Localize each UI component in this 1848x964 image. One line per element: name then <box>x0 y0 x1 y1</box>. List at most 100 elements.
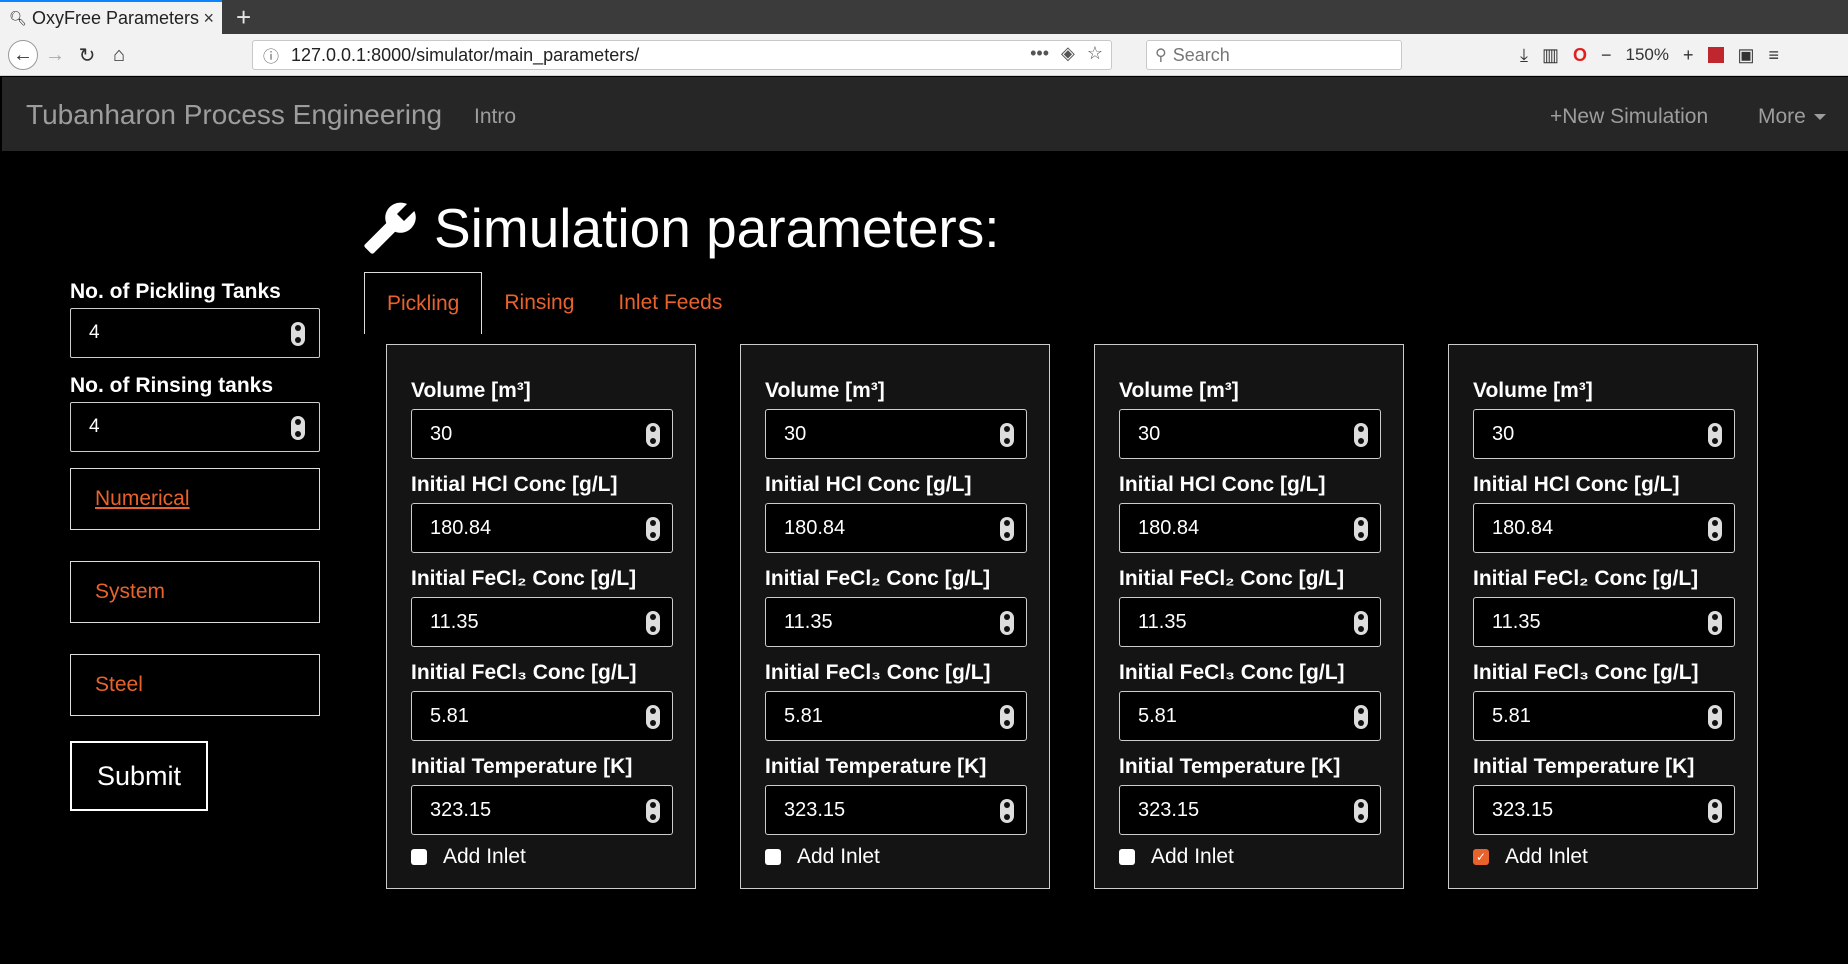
spinner-icon[interactable] <box>1708 611 1722 635</box>
spinner-icon[interactable] <box>291 322 305 346</box>
rinsing-tanks-value: 4 <box>89 416 100 437</box>
address-bar[interactable]: ⓘ 127.0.0.1:8000/simulator/main_paramete… <box>252 40 1112 70</box>
hcl-label: Initial HCl Conc [g/L] <box>1119 473 1326 496</box>
add-inlet-checkbox[interactable] <box>765 849 781 865</box>
fecl3-input[interactable]: 5.81 <box>1473 691 1735 741</box>
spinner-icon[interactable] <box>1708 517 1722 541</box>
spinner-icon[interactable] <box>1000 705 1014 729</box>
zoom-level[interactable]: 150% <box>1626 45 1669 65</box>
spinner-icon[interactable] <box>646 611 660 635</box>
new-tab-icon[interactable]: + <box>236 2 251 33</box>
hcl-input[interactable]: 180.84 <box>1119 503 1381 553</box>
tab-inlet-feeds[interactable]: Inlet Feeds <box>596 272 744 334</box>
page-title-text: Simulation parameters: <box>434 197 1000 259</box>
fecl3-input[interactable]: 5.81 <box>411 691 673 741</box>
temperature-value: 323.15 <box>1492 798 1554 821</box>
volume-value: 30 <box>1492 422 1515 445</box>
temperature-value: 323.15 <box>430 798 492 821</box>
reload-icon[interactable]: ↻ <box>72 40 102 70</box>
page-actions-icon[interactable]: ••• <box>1030 43 1049 64</box>
fecl3-label: Initial FeCl₃ Conc [g/L] <box>1119 661 1345 684</box>
steel-button[interactable]: Steel <box>70 654 320 716</box>
hcl-input[interactable]: 180.84 <box>411 503 673 553</box>
menu-icon[interactable]: ≡ <box>1769 45 1780 66</box>
caret-down-icon <box>1813 114 1826 121</box>
spinner-icon[interactable] <box>1708 705 1722 729</box>
spinner-icon[interactable] <box>1708 799 1722 823</box>
pocket-icon[interactable]: ◈ <box>1061 43 1075 64</box>
fecl2-value: 11.35 <box>1492 610 1541 633</box>
home-icon[interactable]: ⌂ <box>104 40 134 70</box>
spinner-icon[interactable] <box>1708 423 1722 447</box>
fecl3-input[interactable]: 5.81 <box>1119 691 1381 741</box>
spinner-icon[interactable] <box>1354 705 1368 729</box>
zoom-in-icon[interactable]: + <box>1683 45 1694 66</box>
volume-input[interactable]: 30 <box>765 409 1027 459</box>
back-icon[interactable]: ← <box>8 40 38 70</box>
spinner-icon[interactable] <box>646 423 660 447</box>
add-inlet-checkbox-checked[interactable]: ✓ <box>1473 849 1489 865</box>
spinner-icon[interactable] <box>1000 517 1014 541</box>
tab-rinsing[interactable]: Rinsing <box>482 272 596 334</box>
spinner-icon[interactable] <box>1354 799 1368 823</box>
add-inlet-checkbox[interactable] <box>411 849 427 865</box>
brand-link[interactable]: Tubanharon Process Engineering <box>26 99 442 131</box>
opera-icon[interactable]: O <box>1573 45 1587 66</box>
library-icon[interactable]: ▥ <box>1542 45 1559 66</box>
fecl2-input[interactable]: 11.35 <box>1119 597 1381 647</box>
hcl-label: Initial HCl Conc [g/L] <box>411 473 618 496</box>
search-icon: ⚲ <box>1155 47 1167 64</box>
spinner-icon[interactable] <box>1354 611 1368 635</box>
spinner-icon[interactable] <box>291 416 305 440</box>
temperature-input[interactable]: 323.15 <box>1119 785 1381 835</box>
zoom-out-icon[interactable]: − <box>1601 45 1612 66</box>
rinsing-tanks-input[interactable]: 4 <box>70 402 320 452</box>
bookmark-star-icon[interactable]: ☆ <box>1087 43 1103 64</box>
spinner-icon[interactable] <box>1000 423 1014 447</box>
add-inlet-row: Add Inlet <box>411 845 673 869</box>
nav-intro-link[interactable]: Intro <box>474 105 516 129</box>
fecl3-input[interactable]: 5.81 <box>765 691 1027 741</box>
volume-input[interactable]: 30 <box>1119 409 1381 459</box>
sidebar-toggle-icon[interactable]: ▣ <box>1738 45 1755 66</box>
forward-icon[interactable]: → <box>40 40 70 70</box>
new-simulation-link[interactable]: +New Simulation <box>1550 105 1708 129</box>
close-tab-icon[interactable]: × <box>203 8 214 29</box>
hcl-input[interactable]: 180.84 <box>1473 503 1735 553</box>
spinner-icon[interactable] <box>646 517 660 541</box>
spinner-icon[interactable] <box>1000 799 1014 823</box>
pickling-tanks-input[interactable]: 4 <box>70 308 320 358</box>
temperature-input[interactable]: 323.15 <box>765 785 1027 835</box>
spinner-icon[interactable] <box>646 705 660 729</box>
system-button[interactable]: System <box>70 561 320 623</box>
fecl3-value: 5.81 <box>430 704 469 727</box>
spinner-icon[interactable] <box>1354 423 1368 447</box>
add-inlet-checkbox[interactable] <box>1119 849 1135 865</box>
submit-button[interactable]: Submit <box>70 741 208 811</box>
search-input[interactable]: ⚲ Search <box>1146 40 1402 70</box>
fecl2-input[interactable]: 11.35 <box>1473 597 1735 647</box>
browser-tab[interactable]: 🔍︎ OxyFree Parameters × <box>0 0 222 34</box>
volume-label: Volume [m³] <box>411 379 531 402</box>
numerical-button[interactable]: Numerical <box>70 468 320 530</box>
add-inlet-row: Add Inlet <box>1119 845 1381 869</box>
temperature-input[interactable]: 323.15 <box>1473 785 1735 835</box>
pickling-tanks-label: No. of Pickling Tanks <box>70 280 281 303</box>
download-icon[interactable]: ⤓ <box>1520 45 1528 66</box>
spinner-icon[interactable] <box>1354 517 1368 541</box>
fecl2-input[interactable]: 11.35 <box>765 597 1027 647</box>
browser-toolbar: ← → ↻ ⌂ ⓘ 127.0.0.1:8000/simulator/main_… <box>0 34 1848 76</box>
volume-input[interactable]: 30 <box>1473 409 1735 459</box>
tab-pickling[interactable]: Pickling <box>364 272 483 334</box>
more-dropdown[interactable]: More <box>1758 105 1826 129</box>
hcl-label: Initial HCl Conc [g/L] <box>1473 473 1680 496</box>
hcl-input[interactable]: 180.84 <box>765 503 1027 553</box>
spinner-icon[interactable] <box>1000 611 1014 635</box>
temperature-input[interactable]: 323.15 <box>411 785 673 835</box>
extension-icon[interactable] <box>1707 47 1724 63</box>
site-info-icon[interactable]: ⓘ <box>263 43 283 67</box>
volume-input[interactable]: 30 <box>411 409 673 459</box>
tank-panel-4: Volume [m³] 30 Initial HCl Conc [g/L] 18… <box>1448 344 1758 889</box>
fecl2-input[interactable]: 11.35 <box>411 597 673 647</box>
spinner-icon[interactable] <box>646 799 660 823</box>
